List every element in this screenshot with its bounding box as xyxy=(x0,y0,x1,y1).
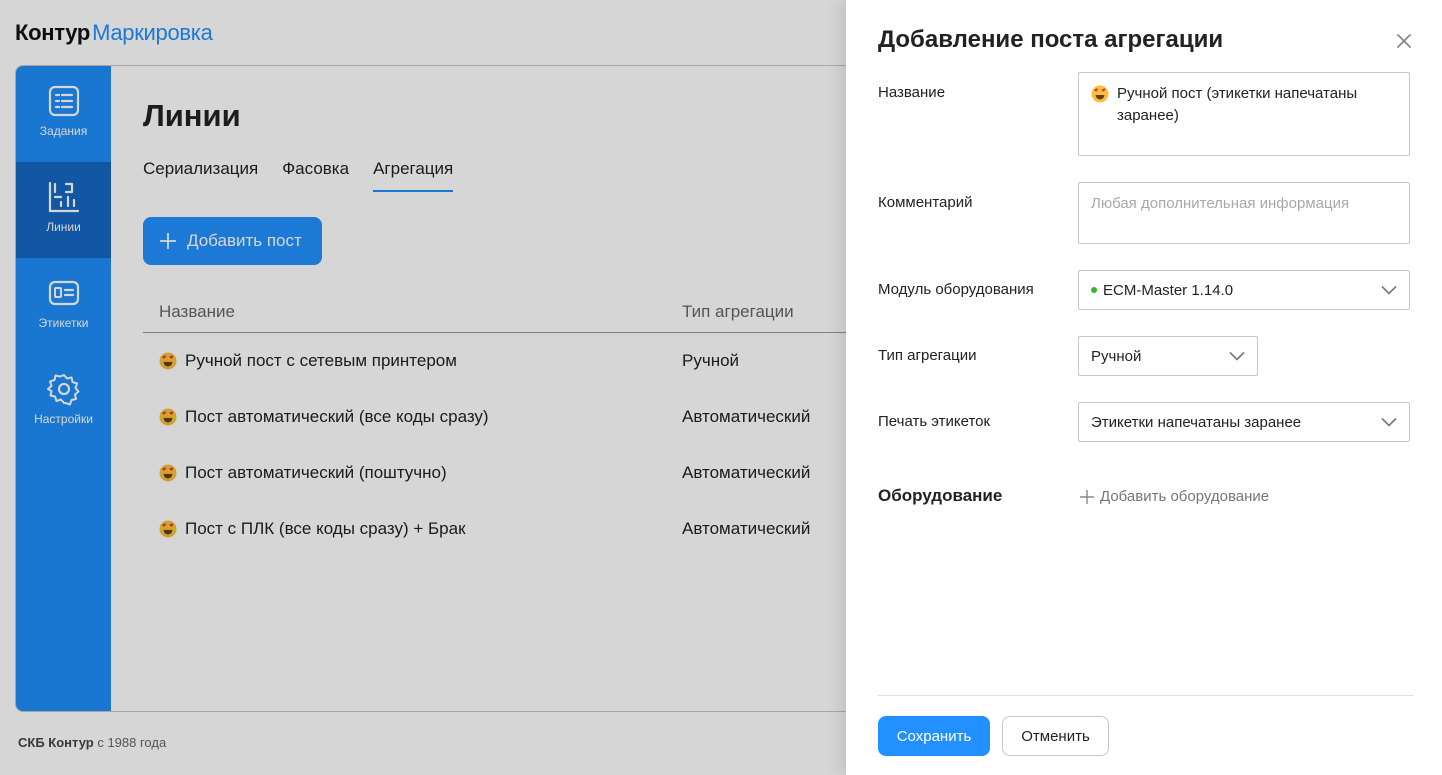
plus-icon xyxy=(1080,489,1094,504)
add-equipment-label: Добавить оборудование xyxy=(1100,488,1270,505)
aggregation-type-label: Тип агрегации xyxy=(878,347,977,364)
module-value: ECM-Master 1.14.0 xyxy=(1103,281,1234,299)
chevron-down-icon xyxy=(1229,351,1245,361)
add-post-panel: Добавление поста агрегации Название Ручн… xyxy=(846,0,1442,775)
name-value: Ручной пост (этикетки напечатаны заранее… xyxy=(1117,85,1358,124)
modal-overlay[interactable] xyxy=(0,0,846,775)
label-print-select[interactable]: Этикетки напечатаны заранее xyxy=(1078,402,1410,442)
label-print-label: Печать этикеток xyxy=(878,413,991,430)
module-label: Модуль оборудования xyxy=(878,281,1034,298)
close-icon[interactable] xyxy=(1393,30,1415,52)
cancel-button[interactable]: Отменить xyxy=(1002,716,1109,756)
chevron-down-icon xyxy=(1381,285,1397,295)
label-print-value: Этикетки напечатаны заранее xyxy=(1091,413,1302,431)
name-label: Название xyxy=(878,84,946,101)
comment-label: Комментарий xyxy=(878,194,973,211)
panel-title: Добавление поста агрегации xyxy=(878,26,1224,53)
status-dot-icon xyxy=(1091,287,1097,293)
save-button[interactable]: Сохранить xyxy=(878,716,990,756)
footer-divider xyxy=(878,695,1413,696)
aggregation-type-value: Ручной xyxy=(1091,347,1142,365)
module-select[interactable]: ECM-Master 1.14.0 xyxy=(1078,270,1410,310)
chevron-down-icon xyxy=(1381,417,1397,427)
aggregation-type-select[interactable]: Ручной xyxy=(1078,336,1258,376)
emoji-icon xyxy=(1091,85,1109,103)
equipment-section-title: Оборудование xyxy=(878,486,1003,505)
comment-placeholder: Любая дополнительная информация xyxy=(1091,195,1350,212)
name-field[interactable]: Ручной пост (этикетки напечатаны заранее… xyxy=(1078,72,1410,156)
comment-field[interactable]: Любая дополнительная информация xyxy=(1078,182,1410,244)
add-equipment-link[interactable]: Добавить оборудование xyxy=(1080,488,1269,505)
